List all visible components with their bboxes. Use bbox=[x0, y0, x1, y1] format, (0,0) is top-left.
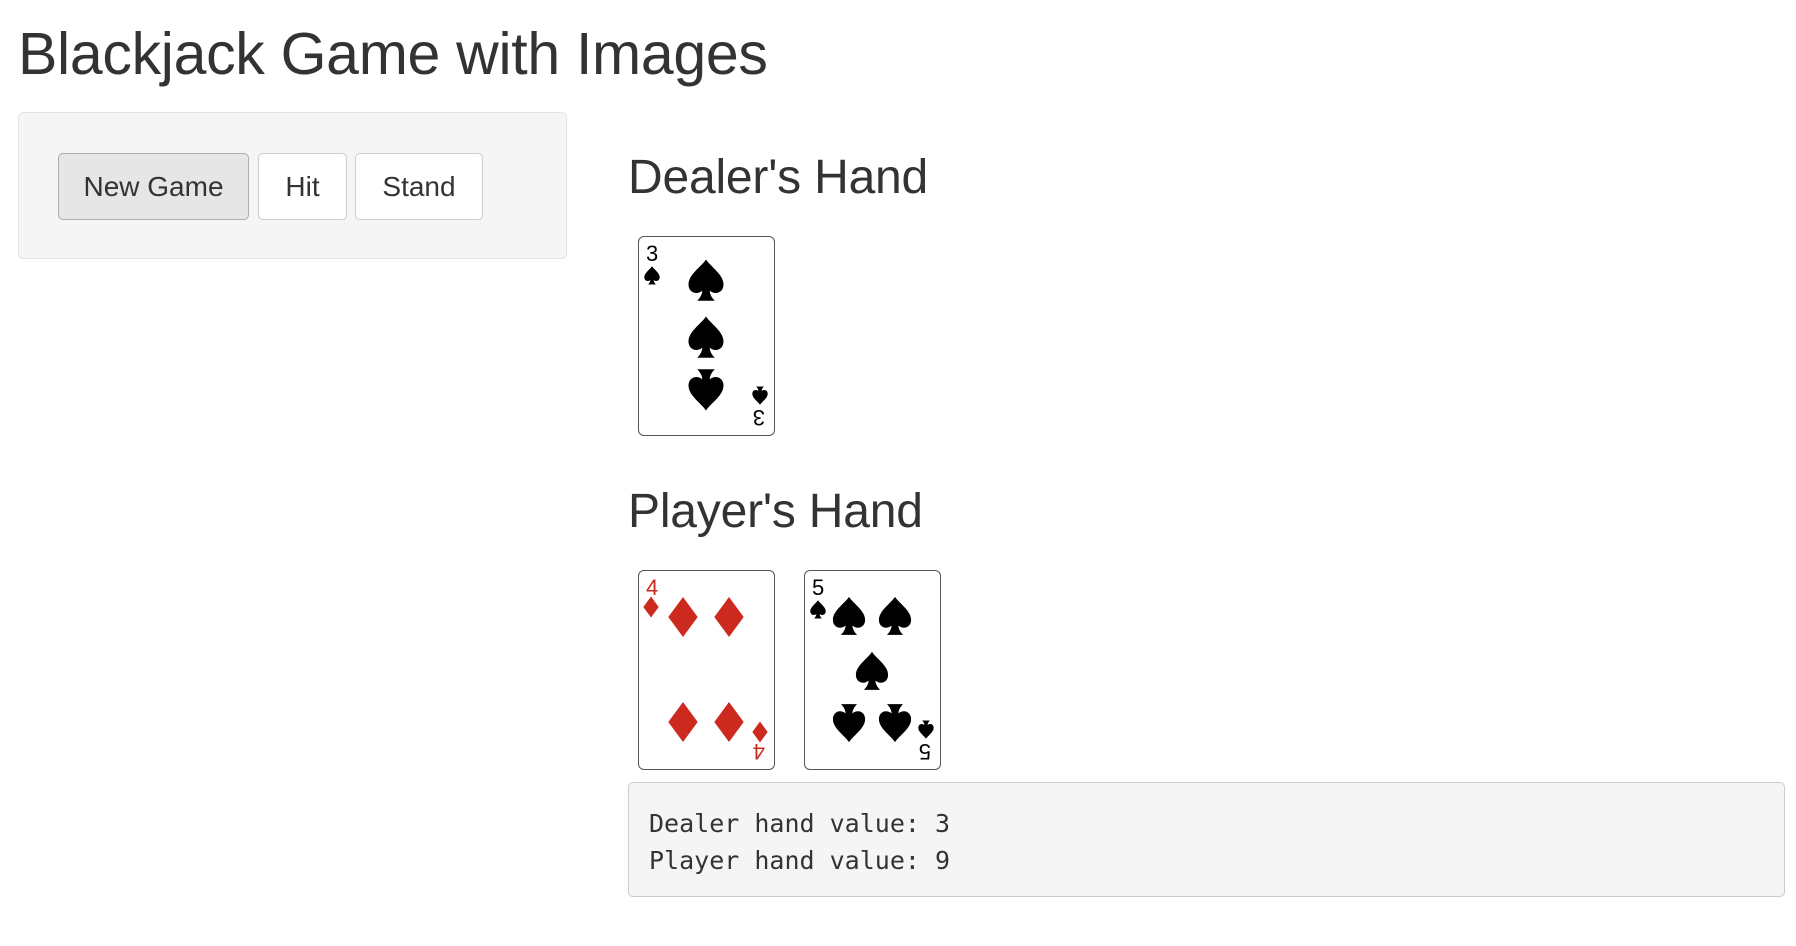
controls-panel: New Game Hit Stand bbox=[18, 112, 567, 259]
card-rank-label: 3 bbox=[646, 241, 658, 266]
dealer-hand-heading: Dealer's Hand bbox=[628, 151, 929, 204]
spade-icon bbox=[752, 386, 768, 405]
hit-button[interactable]: Hit bbox=[258, 153, 347, 220]
spade-icon bbox=[644, 266, 660, 285]
spade-icon bbox=[832, 596, 866, 635]
player-hand-heading: Player's Hand bbox=[628, 485, 923, 538]
diamond-icon bbox=[668, 597, 698, 637]
card-5-of-spades: 5 5 bbox=[804, 570, 941, 770]
spade-icon bbox=[688, 316, 724, 358]
new-game-button[interactable]: New Game bbox=[58, 153, 249, 220]
card-rank-label: 3 bbox=[753, 405, 765, 430]
card-3-of-spades: 3 3 bbox=[638, 236, 775, 436]
spade-icon bbox=[878, 596, 912, 635]
card-4-of-diamonds: 4 4 bbox=[638, 570, 775, 770]
diamond-icon bbox=[714, 702, 744, 742]
card-rank-label: 4 bbox=[646, 575, 658, 600]
spade-icon bbox=[688, 369, 724, 411]
spade-icon bbox=[878, 704, 912, 743]
diamond-icon bbox=[714, 597, 744, 637]
hand-values-output: Dealer hand value: 3 Player hand value: … bbox=[628, 782, 1785, 897]
page-title: Blackjack Game with Images bbox=[18, 21, 768, 87]
card-rank-label: 5 bbox=[812, 575, 824, 600]
spade-icon bbox=[918, 720, 934, 739]
player-value-text: Player hand value: 9 bbox=[649, 846, 951, 875]
spade-icon bbox=[855, 651, 889, 690]
stand-button[interactable]: Stand bbox=[355, 153, 483, 220]
spade-icon bbox=[688, 259, 724, 301]
card-rank-label: 4 bbox=[753, 739, 765, 764]
card-rank-label: 5 bbox=[919, 739, 931, 764]
spade-icon bbox=[810, 600, 826, 619]
spade-icon bbox=[832, 704, 866, 743]
dealer-value-text: Dealer hand value: 3 bbox=[649, 809, 951, 838]
diamond-icon bbox=[668, 702, 698, 742]
